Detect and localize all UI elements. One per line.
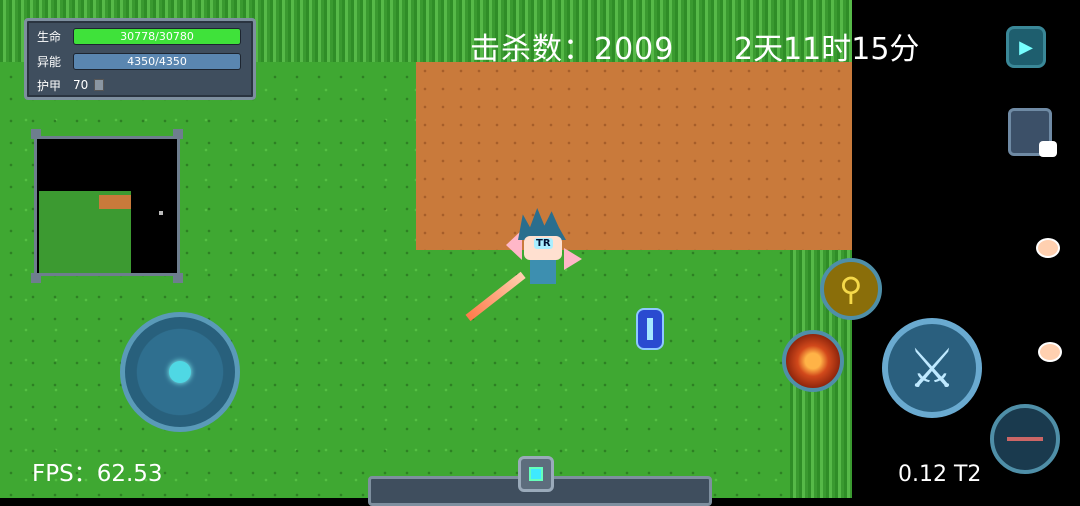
armor-row: 护甲 70 (37, 76, 105, 94)
mp-row: 异能 4350/4350 (37, 52, 241, 70)
hero-character: TR (500, 208, 590, 318)
armor-pip-icon (94, 79, 105, 91)
fire-skill-button[interactable] (782, 330, 844, 392)
crossed-swords-icon: ⚔ (907, 336, 957, 400)
minimap-marker (159, 211, 163, 215)
hp-value: 30778/30780 (120, 29, 194, 43)
minimap-dirt (99, 195, 131, 209)
hp-bar: 30778/30780 (73, 27, 241, 45)
kill-count: 击杀数：2009 (470, 32, 675, 67)
joystick-knob[interactable] (169, 361, 191, 383)
mp-value: 4350/4350 (127, 54, 187, 68)
movement-joystick[interactable] (120, 312, 240, 432)
play-icon[interactable]: ▶ (1006, 26, 1046, 68)
minimap-corner (31, 129, 41, 139)
mp-bar: 4350/4350 (73, 52, 241, 70)
minimap-corner (31, 273, 41, 283)
backpack-icon[interactable] (1008, 108, 1057, 157)
dirt-patch (416, 62, 852, 250)
hero-body (530, 260, 556, 284)
minimap-corner (173, 273, 183, 283)
minimap-corner (173, 129, 183, 139)
minimap[interactable] (31, 129, 183, 283)
version-label: 0.12 T2 (898, 462, 982, 487)
pet-icon[interactable] (1038, 342, 1062, 362)
stats-panel: 生命 30778/30780 异能 4350/4350 护甲 70 (24, 18, 256, 100)
attack-button[interactable]: ⚔ (882, 318, 982, 418)
hero-wing-right (564, 248, 582, 270)
hero-tag: TR (534, 238, 553, 249)
blue-gem-pickup[interactable] (636, 308, 664, 350)
game-time: 2天11时15分 (734, 32, 920, 67)
mp-label: 异能 (37, 54, 62, 69)
buff-skill-button[interactable]: ⚲ (820, 258, 882, 320)
fps-counter: FPS：62.53 (32, 461, 163, 487)
hp-label: 生命 (37, 29, 62, 44)
hp-row: 生命 30778/30780 (37, 27, 241, 45)
armor-label: 护甲 (37, 78, 62, 93)
pet-icon[interactable] (1036, 238, 1060, 258)
armor-value: 70 (73, 78, 89, 92)
weapon-switch-button[interactable] (990, 404, 1060, 474)
body-buff-icon: ⚲ (839, 270, 863, 308)
bottom-bar-toggle-button[interactable] (518, 456, 554, 492)
